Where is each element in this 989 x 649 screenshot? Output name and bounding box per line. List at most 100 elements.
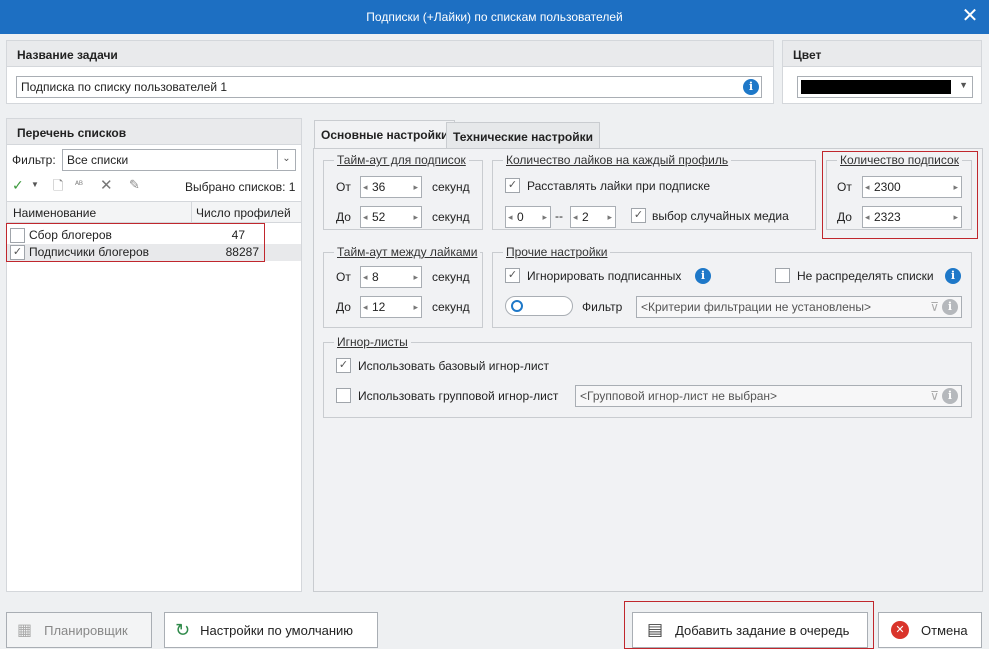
arrow-left-icon[interactable]: ◂ bbox=[363, 297, 368, 317]
arrow-left-icon[interactable]: ◂ bbox=[363, 177, 368, 197]
group-ignore-label: Использовать групповой игнор-лист bbox=[358, 389, 559, 403]
task-name-input[interactable]: Подписка по списку пользователей 1 bbox=[16, 76, 762, 98]
filter-clear-icon[interactable]: ⊽ bbox=[930, 388, 939, 404]
timeout-likes-from-value: 8 bbox=[372, 270, 379, 284]
add-to-queue-label: Добавить задание в очередь bbox=[675, 622, 850, 638]
scheduler-button[interactable]: ▦ Планировщик bbox=[6, 612, 152, 648]
filter-toggle[interactable] bbox=[505, 296, 573, 316]
unit-label: секунд bbox=[432, 180, 470, 194]
ignore-subscribed-checkbox[interactable]: ✓ bbox=[505, 268, 520, 283]
list-item[interactable]: ✓ Подписчики блогеров 88287 bbox=[7, 244, 301, 261]
place-likes-checkbox[interactable]: ✓ bbox=[505, 178, 520, 193]
row-checkbox[interactable]: ✓ bbox=[10, 245, 25, 260]
likes-from-input[interactable]: ◂ 0 ▸ bbox=[505, 206, 551, 228]
subs-count-to-input[interactable]: ◂ 2323 ▸ bbox=[862, 206, 962, 228]
group-ignore-input[interactable]: <Групповой игнор-лист не выбран> ⊽ i bbox=[575, 385, 962, 407]
filter-criteria-input[interactable]: <Критерии фильтрации не установлены> ⊽ i bbox=[636, 296, 962, 318]
close-icon[interactable]: ✕ bbox=[959, 4, 981, 28]
timeout-subs-to-input[interactable]: ◂ 52 ▸ bbox=[360, 206, 422, 228]
list-item[interactable]: Сбор блогеров 47 bbox=[7, 227, 301, 244]
timeout-likes-to-value: 12 bbox=[372, 300, 386, 314]
arrow-right-icon[interactable]: ▸ bbox=[413, 177, 418, 197]
info-icon[interactable]: i bbox=[942, 299, 958, 315]
new-document-icon[interactable]: 🗋 bbox=[53, 177, 63, 199]
check-icon[interactable]: ✓ bbox=[12, 177, 24, 194]
window-title: Подписки (+Лайки) по спискам пользовател… bbox=[366, 10, 623, 24]
likes-title: Количество лайков на каждый профиль bbox=[503, 153, 732, 167]
timeout-subs-from-input[interactable]: ◂ 36 ▸ bbox=[360, 176, 422, 198]
timeout-likes-from-input[interactable]: ◂ 8 ▸ bbox=[360, 266, 422, 288]
add-to-queue-button[interactable]: ▤ Добавить задание в очередь bbox=[632, 612, 868, 648]
delete-icon[interactable]: ✕ bbox=[100, 176, 113, 194]
to-label: До bbox=[336, 210, 351, 224]
subs-count-group: Количество подписок От ◂ 2300 ▸ До ◂ 2323 ▸ bbox=[826, 153, 972, 230]
defaults-button[interactable]: ↻ Настройки по умолчанию bbox=[164, 612, 378, 648]
from-label: От bbox=[336, 180, 351, 194]
base-ignore-label: Использовать базовый игнор-лист bbox=[358, 359, 550, 373]
to-label: До bbox=[837, 210, 852, 224]
list-filter-select[interactable]: Все списки ⌄ bbox=[62, 149, 296, 171]
random-media-label: выбор случайных медиа bbox=[652, 209, 789, 223]
color-header: Цвет bbox=[783, 41, 981, 67]
filter-label: Фильтр bbox=[582, 300, 623, 314]
arrow-right-icon[interactable]: ▸ bbox=[953, 177, 958, 197]
filter-clear-icon[interactable]: ⊽ bbox=[930, 299, 939, 315]
timeout-subs-to-value: 52 bbox=[372, 210, 386, 224]
from-label: От bbox=[336, 270, 351, 284]
arrow-right-icon[interactable]: ▸ bbox=[953, 207, 958, 227]
arrow-left-icon[interactable]: ◂ bbox=[363, 207, 368, 227]
window-titlebar: Подписки (+Лайки) по спискам пользовател… bbox=[0, 0, 989, 34]
row-checkbox[interactable] bbox=[10, 228, 25, 243]
likes-to-value: 2 bbox=[582, 210, 589, 224]
filter-criteria-value: <Критерии фильтрации не установлены> bbox=[641, 300, 872, 314]
task-add-icon: ▤ bbox=[647, 620, 664, 639]
info-icon[interactable]: i bbox=[695, 268, 711, 284]
random-media-checkbox[interactable]: ✓ bbox=[631, 208, 646, 223]
color-panel: Цвет ▼ bbox=[782, 40, 982, 104]
no-distribute-checkbox[interactable] bbox=[775, 268, 790, 283]
other-settings-group: Прочие настройки ✓ Игнорировать подписан… bbox=[492, 245, 972, 328]
arrow-left-icon[interactable]: ◂ bbox=[865, 207, 870, 227]
refresh-icon: ↻ bbox=[175, 619, 191, 640]
to-label: До bbox=[336, 300, 351, 314]
edit-icon[interactable]: ✎ bbox=[129, 177, 140, 193]
column-divider bbox=[191, 202, 192, 224]
list-name: Подписчики блогеров bbox=[29, 245, 149, 259]
tab-main-settings[interactable]: Основные настройки bbox=[314, 120, 456, 150]
arrow-right-icon[interactable]: ▸ bbox=[542, 207, 547, 227]
info-icon[interactable]: i bbox=[945, 268, 961, 284]
cancel-button[interactable]: ✕ Отмена bbox=[878, 612, 982, 648]
col-name-header[interactable]: Наименование bbox=[13, 206, 96, 220]
group-ignore-value: <Групповой игнор-лист не выбран> bbox=[580, 389, 778, 403]
lists-header: Перечень списков bbox=[7, 119, 301, 145]
dropdown-arrow-icon[interactable]: ▼ bbox=[31, 180, 39, 189]
group-ignore-checkbox[interactable] bbox=[336, 388, 351, 403]
chevron-down-icon: ▼ bbox=[959, 80, 968, 90]
arrow-right-icon[interactable]: ▸ bbox=[607, 207, 612, 227]
arrow-left-icon[interactable]: ◂ bbox=[573, 207, 578, 227]
arrow-right-icon[interactable]: ▸ bbox=[413, 207, 418, 227]
arrow-left-icon[interactable]: ◂ bbox=[363, 267, 368, 287]
list-name: Сбор блогеров bbox=[29, 228, 112, 242]
color-select[interactable]: ▼ bbox=[797, 76, 973, 98]
base-ignore-checkbox[interactable]: ✓ bbox=[336, 358, 351, 373]
arrow-right-icon[interactable]: ▸ bbox=[413, 267, 418, 287]
subs-count-from-input[interactable]: ◂ 2300 ▸ bbox=[862, 176, 962, 198]
rename-icon[interactable]: ᴬᴮ bbox=[75, 179, 83, 189]
range-dash: -- bbox=[555, 209, 563, 223]
info-icon[interactable]: i bbox=[743, 79, 759, 95]
timeout-likes-to-input[interactable]: ◂ 12 ▸ bbox=[360, 296, 422, 318]
info-icon[interactable]: i bbox=[942, 388, 958, 404]
list-count: 47 bbox=[231, 228, 245, 242]
ignore-lists-group: Игнор-листы ✓ Использовать базовый игнор… bbox=[323, 335, 972, 418]
cancel-label: Отмена bbox=[921, 622, 968, 638]
filter-label: Фильтр: bbox=[12, 153, 56, 167]
arrow-left-icon[interactable]: ◂ bbox=[508, 207, 513, 227]
col-count-header[interactable]: Число профилей bbox=[196, 206, 291, 220]
tab-technical-settings[interactable]: Технические настройки bbox=[446, 122, 600, 150]
arrow-right-icon[interactable]: ▸ bbox=[413, 297, 418, 317]
likes-to-input[interactable]: ◂ 2 ▸ bbox=[570, 206, 616, 228]
arrow-left-icon[interactable]: ◂ bbox=[865, 177, 870, 197]
unit-label: секунд bbox=[432, 210, 470, 224]
defaults-label: Настройки по умолчанию bbox=[200, 622, 354, 638]
